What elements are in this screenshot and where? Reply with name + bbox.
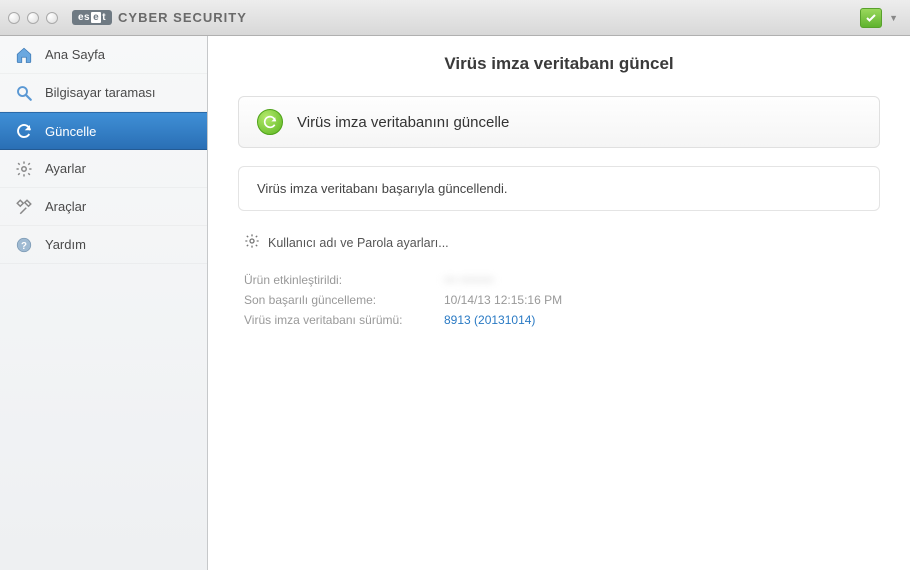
app-title: CYBER SECURITY (118, 10, 247, 25)
sidebar-item-label: Bilgisayar taraması (45, 85, 156, 100)
update-button-label: Virüs imza veritabanını güncelle (297, 114, 509, 131)
sidebar-item-tools[interactable]: Araçlar (0, 188, 207, 226)
info-row-db-version: Virüs imza veritabanı sürümü: 8913 (2013… (238, 310, 880, 330)
page-title: Virüs imza veritabanı güncel (208, 54, 910, 74)
credentials-settings-link[interactable]: Kullanıcı adı ve Parola ayarları... (238, 227, 880, 270)
status-message-card: Virüs imza veritabanı başarıyla güncelle… (238, 166, 880, 211)
zoom-window-button[interactable] (46, 12, 58, 24)
content-header: Virüs imza veritabanı güncel (208, 36, 910, 96)
credentials-link-text: Kullanıcı adı ve Parola ayarları... (268, 236, 449, 250)
info-label: Son başarılı güncelleme: (244, 293, 444, 307)
window-controls (8, 12, 58, 24)
gear-icon (244, 233, 260, 252)
content-area: Virüs imza veritabanı güncel Virüs imza … (208, 36, 910, 570)
protection-status-icon[interactable] (860, 8, 882, 28)
help-icon: ? (14, 235, 34, 255)
sidebar-item-scan[interactable]: Bilgisayar taraması (0, 74, 207, 112)
home-icon (14, 45, 34, 65)
info-value-db-version[interactable]: 8913 (20131014) (444, 313, 535, 327)
info-value-last-update: 10/14/13 12:15:16 PM (444, 293, 562, 307)
sidebar-item-home[interactable]: Ana Sayfa (0, 36, 207, 74)
magnifier-icon (14, 83, 34, 103)
sidebar-item-label: Yardım (45, 237, 86, 252)
info-label: Ürün etkinleştirildi: (244, 273, 444, 287)
info-value-activated: ••• •••••••• (444, 273, 494, 287)
sidebar-item-help[interactable]: ? Yardım (0, 226, 207, 264)
refresh-icon (14, 121, 34, 141)
tools-icon (14, 197, 34, 217)
sidebar-item-label: Ayarlar (45, 161, 86, 176)
info-label: Virüs imza veritabanı sürümü: (244, 313, 444, 327)
status-menu-dropdown[interactable]: ▼ (885, 9, 902, 27)
sidebar: Ana Sayfa Bilgisayar taraması Güncelle A… (0, 36, 208, 570)
close-window-button[interactable] (8, 12, 20, 24)
sidebar-item-settings[interactable]: Ayarlar (0, 150, 207, 188)
titlebar: eset CYBER SECURITY ▼ (0, 0, 910, 36)
sidebar-item-label: Güncelle (45, 124, 96, 139)
update-now-button[interactable]: Virüs imza veritabanını güncelle (238, 96, 880, 148)
status-message-text: Virüs imza veritabanı başarıyla güncelle… (257, 181, 508, 196)
sidebar-item-update[interactable]: Güncelle (0, 112, 207, 150)
info-row-activated: Ürün etkinleştirildi: ••• •••••••• (238, 270, 880, 290)
brand-logo: eset (72, 10, 112, 25)
gear-icon (14, 159, 34, 179)
sidebar-item-label: Ana Sayfa (45, 47, 105, 62)
brand-area: eset CYBER SECURITY (72, 10, 247, 25)
svg-text:?: ? (21, 240, 27, 251)
sidebar-item-label: Araçlar (45, 199, 86, 214)
info-row-last-update: Son başarılı güncelleme: 10/14/13 12:15:… (238, 290, 880, 310)
refresh-circle-icon (257, 109, 283, 135)
minimize-window-button[interactable] (27, 12, 39, 24)
